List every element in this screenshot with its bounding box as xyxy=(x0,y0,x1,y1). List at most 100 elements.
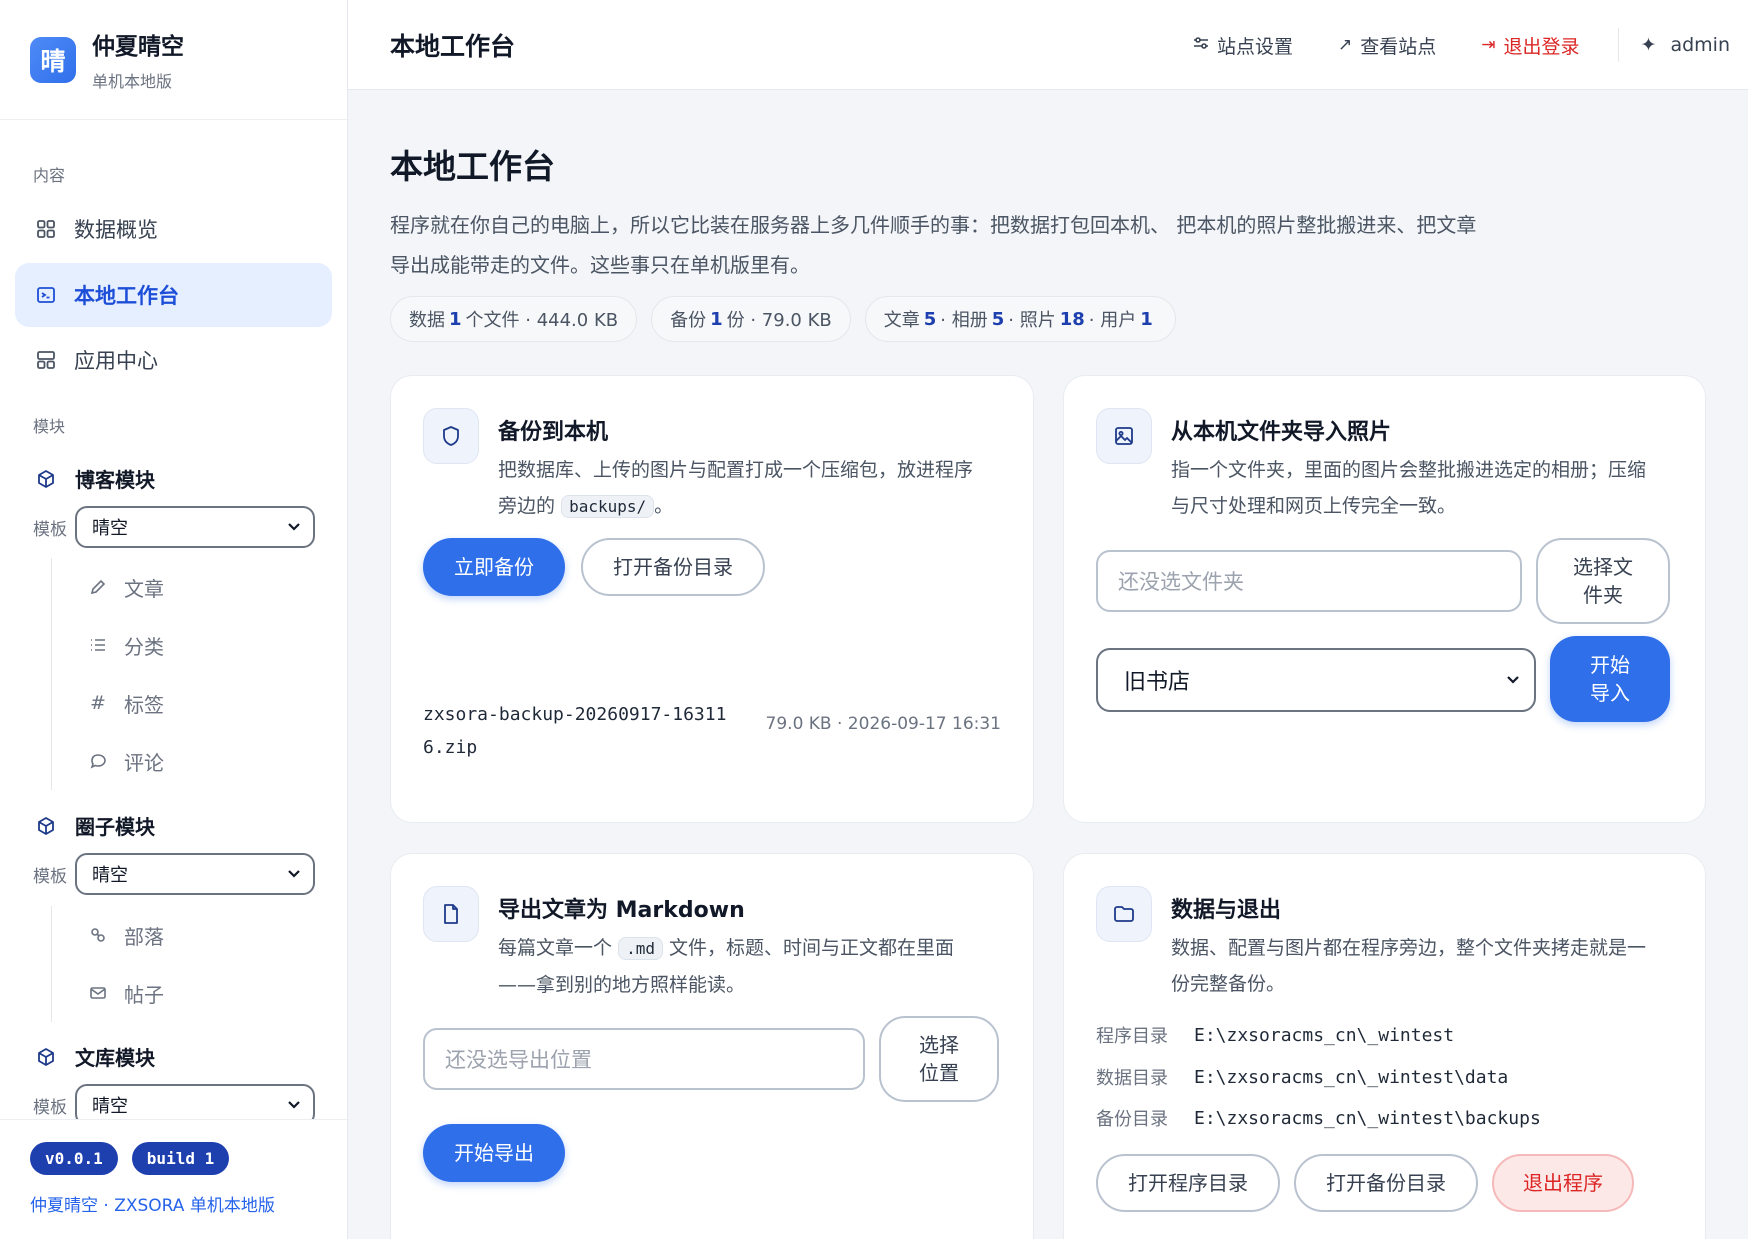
sub-item-tags[interactable]: # 标签 xyxy=(52,674,164,732)
stat-content: 文章 5 · 相册 5 · 照片 18 · 用户 1 xyxy=(864,296,1176,342)
section-label-modules: 模块 xyxy=(33,417,66,436)
card-title: 导出文章为 Markdown xyxy=(498,898,745,923)
dir-value: E:\zxsoracms_cn\_wintest xyxy=(1194,1024,1455,1046)
pencil-icon xyxy=(88,576,108,598)
hash-icon: # xyxy=(90,692,106,714)
template-label: 模板 xyxy=(33,519,67,540)
card-desc: 把数据库、上传的图片与配置打成一个压缩包，放进程序 旁边的 backups/。 xyxy=(498,459,974,518)
build-badge: build 1 xyxy=(131,1142,230,1175)
header-divider xyxy=(1617,28,1619,62)
grid-icon xyxy=(35,218,57,240)
main-content: 本地工作台 程序就在你自己的电脑上，所以它比装在服务器上多几件顺手的事：把数据打… xyxy=(348,90,1748,1239)
start-export-button[interactable]: 开始导出 xyxy=(423,1124,565,1182)
template-label: 模板 xyxy=(33,866,67,887)
sidebar: 晴 仲夏晴空 单机本地版 内容 数据概览 本地工作台 应用中心 模块 博客模块 … xyxy=(0,0,348,1239)
stat-data: 数据 1 个文件 · 444.0 KB xyxy=(390,296,638,342)
code-chip: .md xyxy=(618,937,663,960)
nav-item-app-center[interactable]: 应用中心 xyxy=(15,328,332,392)
start-import-button[interactable]: 开始 导入 xyxy=(1550,636,1670,722)
sidebar-footer: v0.0.1 build 1 仲夏晴空 · ZXSORA 单机本地版 xyxy=(0,1119,347,1239)
template-select-blog[interactable]: 晴空 xyxy=(75,506,315,548)
chevron-down-icon xyxy=(288,523,300,531)
card-desc: 每篇文章一个 .md 文件，标题、时间与正文都在里面 ——拿到别的地方照样能读。 xyxy=(498,937,955,996)
backup-file-meta: 79.0 KB · 2026-09-17 16:31 xyxy=(765,714,1001,734)
nav-label: 应用中心 xyxy=(74,349,158,373)
brand[interactable]: 晴 仲夏晴空 单机本地版 xyxy=(0,0,347,120)
nav-item-overview[interactable]: 数据概览 xyxy=(15,197,332,261)
comment-icon xyxy=(88,750,108,772)
top-header: 本地工作台 站点设置 ↗ 查看站点 ⇥ 退出登录 ✦ admin xyxy=(348,0,1748,90)
card-desc: 数据、配置与图片都在程序旁边，整个文件夹拷走就是一 份完整备份。 xyxy=(1171,937,1647,995)
version-badge: v0.0.1 xyxy=(30,1142,118,1175)
backup-card: 备份到本机 把数据库、上传的图片与配置打成一个压缩包，放进程序 旁边的 back… xyxy=(390,375,1034,823)
section-label-content: 内容 xyxy=(33,166,66,185)
blog-sub-list: 文章 分类 # 标签 评论 xyxy=(51,558,164,790)
footer-text[interactable]: 仲夏晴空 · ZXSORA 单机本地版 xyxy=(30,1191,347,1216)
sliders-icon xyxy=(1193,35,1209,55)
sub-item-categories[interactable]: 分类 xyxy=(52,616,164,674)
exit-program-button[interactable]: 退出程序 xyxy=(1492,1154,1634,1212)
chevron-down-icon xyxy=(288,1101,300,1109)
data-exit-card: 数据与退出 数据、配置与图片都在程序旁边，整个文件夹拷走就是一 份完整备份。 程… xyxy=(1063,853,1706,1239)
image-icon xyxy=(1096,408,1152,464)
file-icon xyxy=(423,886,479,942)
choose-location-button[interactable]: 选择 位置 xyxy=(879,1016,999,1102)
sub-item-articles[interactable]: 文章 xyxy=(52,558,164,616)
code-chip: backups/ xyxy=(561,495,655,518)
chevron-down-icon xyxy=(288,870,300,878)
nav-label: 本地工作台 xyxy=(74,284,179,308)
sparkle-icon: ✦ xyxy=(1640,34,1657,56)
sub-item-posts[interactable]: 帖子 xyxy=(52,964,164,1022)
brand-subtitle: 单机本地版 xyxy=(92,72,173,91)
dir-row-data: 数据目录 E:\zxsoracms_cn\_wintest\data xyxy=(1096,1066,1509,1090)
album-select[interactable]: 旧书店 xyxy=(1096,648,1536,712)
user-menu[interactable]: ✦ admin xyxy=(1641,34,1730,56)
stat-backup: 备份 1 份 · 79.0 KB xyxy=(651,296,851,342)
open-backup-dir-button[interactable]: 打开备份目录 xyxy=(581,538,765,596)
page-title: 本地工作台 xyxy=(390,147,555,186)
sub-item-tribes[interactable]: 部落 xyxy=(52,906,164,964)
terminal-icon xyxy=(35,284,57,306)
template-select-circle[interactable]: 晴空 xyxy=(75,853,315,895)
dir-row-program: 程序目录 E:\zxsoracms_cn\_wintest xyxy=(1096,1024,1455,1048)
card-title: 从本机文件夹导入照片 xyxy=(1171,420,1392,445)
folder-path-input[interactable]: 还没选文件夹 xyxy=(1096,550,1522,612)
backup-now-button[interactable]: 立即备份 xyxy=(423,538,565,596)
export-markdown-card: 导出文章为 Markdown 每篇文章一个 .md 文件，标题、时间与正文都在里… xyxy=(390,853,1034,1239)
cube-icon xyxy=(35,1046,57,1068)
brand-title: 仲夏晴空 xyxy=(92,34,184,60)
card-title: 数据与退出 xyxy=(1171,898,1282,923)
dir-row-backup: 备份目录 E:\zxsoracms_cn\_wintest\backups xyxy=(1096,1107,1541,1131)
export-location-input[interactable]: 还没选导出位置 xyxy=(423,1028,865,1090)
backup-file-name[interactable]: zxsora-backup-20260917-16311 6.zip xyxy=(423,698,726,764)
shield-icon xyxy=(423,408,479,464)
logout-arrow-icon: ⇥ xyxy=(1481,35,1496,55)
link-icon xyxy=(88,924,108,946)
folder-icon xyxy=(1096,886,1152,942)
sub-item-comments[interactable]: 评论 xyxy=(52,732,164,790)
circle-sub-list: 部落 帖子 xyxy=(51,906,164,1022)
open-program-dir-button[interactable]: 打开程序目录 xyxy=(1096,1154,1280,1212)
nav-label: 数据概览 xyxy=(74,218,158,242)
nav-item-workbench[interactable]: 本地工作台 xyxy=(15,263,332,327)
card-desc: 指一个文件夹，里面的图片会整批搬进选定的相册；压缩 与尺寸处理和网页上传完全一致… xyxy=(1171,459,1647,517)
template-row-circle: 模板 晴空 xyxy=(33,853,315,895)
template-row-blog: 模板 晴空 xyxy=(33,506,315,548)
site-settings-link[interactable]: 站点设置 xyxy=(1193,32,1293,59)
choose-folder-button[interactable]: 选择文 件夹 xyxy=(1536,538,1670,624)
logout-link[interactable]: ⇥ 退出登录 xyxy=(1481,32,1579,59)
stats-row: 数据 1 个文件 · 444.0 KB 备份 1 份 · 79.0 KB 文章 5 · 相… xyxy=(390,296,1190,342)
brand-logo: 晴 xyxy=(30,36,76,83)
dir-value: E:\zxsoracms_cn\_wintest\data xyxy=(1194,1066,1509,1088)
external-arrow-icon: ↗ xyxy=(1338,35,1353,55)
template-label: 模板 xyxy=(33,1097,67,1118)
open-backup-dir-button[interactable]: 打开备份目录 xyxy=(1294,1154,1478,1212)
page-description: 程序就在你自己的电脑上，所以它比装在服务器上多几件顺手的事：把数据打包回本机、 … xyxy=(390,213,1477,277)
module-title-circle: 圈子模块 xyxy=(35,811,155,840)
card-title: 备份到本机 xyxy=(498,420,609,445)
apps-icon xyxy=(35,349,57,371)
header-title: 本地工作台 xyxy=(390,31,516,61)
view-site-link[interactable]: ↗ 查看站点 xyxy=(1338,32,1436,59)
chevron-down-icon xyxy=(1507,676,1519,684)
import-photos-card: 从本机文件夹导入照片 指一个文件夹，里面的图片会整批搬进选定的相册；压缩 与尺寸… xyxy=(1063,375,1706,823)
